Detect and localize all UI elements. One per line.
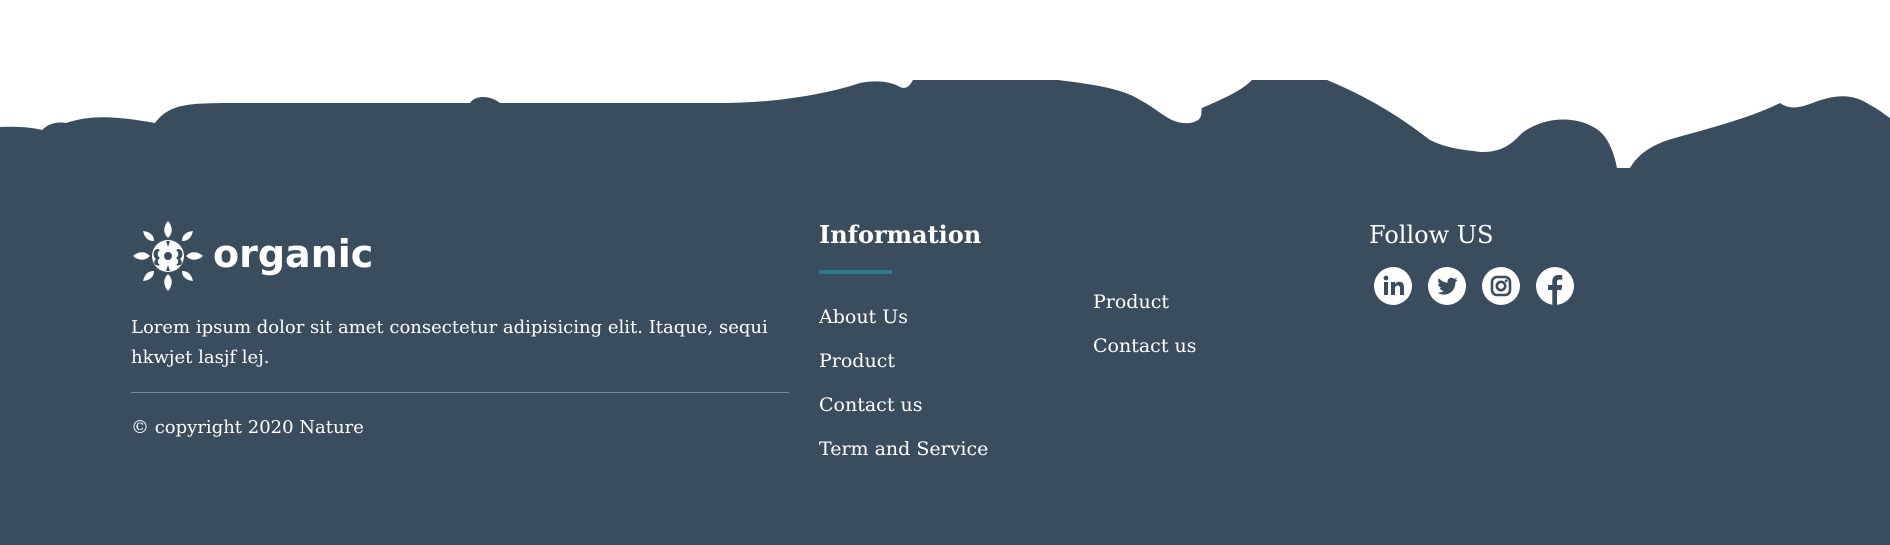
linkedin-icon [1374, 267, 1412, 305]
twitter-icon [1428, 267, 1466, 305]
heading-underline [819, 270, 892, 274]
footer-link-contact-us[interactable]: Contact us [819, 390, 988, 434]
divider [131, 392, 789, 393]
twitter-link[interactable] [1427, 266, 1467, 306]
follow-heading: Follow US [1369, 221, 1494, 249]
linkedin-link[interactable] [1373, 266, 1413, 306]
footer-link-about-us[interactable]: About Us [819, 302, 988, 346]
footer-link-product-2[interactable]: Product [1093, 287, 1196, 331]
footer-link-contact-us-2[interactable]: Contact us [1093, 331, 1196, 375]
site-footer: organic Lorem ipsum dolor sit amet conse… [0, 0, 1890, 545]
facebook-icon [1536, 267, 1574, 306]
social-icons [1373, 266, 1589, 306]
instagram-link[interactable] [1481, 266, 1521, 306]
information-links-column-2: Product Contact us [1093, 287, 1196, 375]
information-heading: Information [819, 220, 982, 249]
instagram-icon [1482, 267, 1520, 305]
brand-description: Lorem ipsum dolor sit amet consectetur a… [131, 317, 768, 368]
logo[interactable]: organic [131, 219, 791, 293]
information-section: Information [819, 218, 981, 274]
mandala-logo-icon [133, 221, 203, 291]
copyright-text: © copyright 2020 Nature [131, 417, 364, 438]
information-links-column-1: About Us Product Contact us Term and Ser… [819, 302, 988, 478]
brand-column: organic Lorem ipsum dolor sit amet conse… [131, 219, 791, 438]
facebook-link[interactable] [1535, 266, 1575, 306]
follow-section: Follow US [1369, 218, 1589, 306]
brand-name: organic [213, 232, 374, 276]
footer-link-term-and-service[interactable]: Term and Service [819, 434, 988, 478]
footer-link-product[interactable]: Product [819, 346, 988, 390]
